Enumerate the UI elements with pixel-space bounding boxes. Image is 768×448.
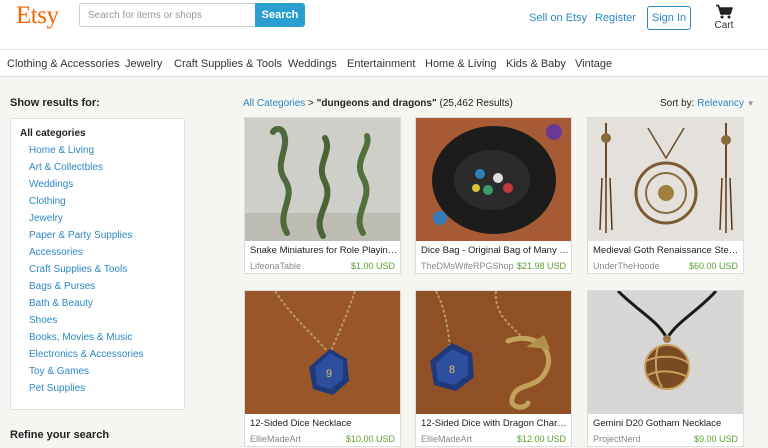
sort-dropdown[interactable]: Relevancy [697, 98, 744, 109]
listing-price: $10.00 USD [345, 434, 395, 444]
filter-shoes[interactable]: Shoes [29, 315, 57, 326]
search-button[interactable]: Search [255, 3, 305, 27]
filter-books-movies-music[interactable]: Books, Movies & Music [29, 332, 132, 343]
listing-title[interactable]: Snake Miniatures for Role Playing Games [250, 245, 400, 256]
filter-jewelry[interactable]: Jewelry [29, 213, 63, 224]
listing-card[interactable]: 8 12-Sided Dice with Dragon Charm Neckla… [415, 290, 572, 447]
listing-image[interactable]: 8 [416, 291, 571, 414]
breadcrumb-separator: > [308, 98, 314, 109]
sign-in-button[interactable]: Sign In [647, 6, 691, 30]
filter-all-categories[interactable]: All categories [20, 128, 86, 139]
dice-dragon-necklace-icon: 8 [416, 291, 571, 414]
nav-weddings[interactable]: Weddings [288, 58, 337, 70]
show-results-heading: Show results for: [10, 97, 100, 109]
listing-image[interactable] [416, 118, 571, 241]
listing-image[interactable] [245, 118, 400, 241]
listing-title[interactable]: 12-Sided Dice with Dragon Charm Necklace [421, 418, 571, 429]
sort-control[interactable]: Sort by: Relevancy ▼ [660, 98, 755, 109]
listing-card[interactable]: Gemini D20 Gotham Necklace ProjectNerd $… [587, 290, 744, 447]
cart-button[interactable]: Cart [712, 4, 736, 31]
nav-home-living[interactable]: Home & Living [425, 58, 497, 70]
listing-title[interactable]: Medieval Goth Renaissance Steampunk Earr… [593, 245, 743, 256]
cart-icon [716, 4, 733, 19]
listing-price: $21.98 USD [516, 261, 566, 271]
listing-price: $1.00 USD [350, 261, 395, 271]
listing-image[interactable] [588, 118, 743, 241]
filter-bath-beauty[interactable]: Bath & Beauty [29, 298, 93, 309]
listing-card[interactable]: Snake Miniatures for Role Playing Games … [244, 117, 401, 274]
breadcrumb: All Categories > "dungeons and dragons" … [243, 98, 513, 109]
filter-accessories[interactable]: Accessories [29, 247, 83, 258]
filter-craft-supplies[interactable]: Craft Supplies & Tools [29, 264, 127, 275]
filter-pet-supplies[interactable]: Pet Supplies [29, 383, 85, 394]
search-input[interactable] [79, 3, 255, 27]
cart-label: Cart [714, 20, 734, 31]
blue-dice-necklace-icon: 9 [245, 291, 400, 414]
filter-bags-purses[interactable]: Bags & Purses [29, 281, 95, 292]
listing-shop[interactable]: EllieMadeArt [250, 434, 301, 444]
listing-shop[interactable]: UnderTheHoode [593, 261, 660, 271]
listing-image[interactable] [588, 291, 743, 414]
filter-weddings[interactable]: Weddings [29, 179, 73, 190]
results-count: (25,462 Results) [439, 98, 513, 109]
nav-clothing-accessories[interactable]: Clothing & Accessories [7, 58, 120, 70]
filter-paper-party[interactable]: Paper & Party Supplies [29, 230, 132, 241]
filter-electronics[interactable]: Electronics & Accessories [29, 349, 144, 360]
svg-text:9: 9 [326, 368, 332, 380]
site-header: Etsy Search Sell on Etsy Register Sign I… [0, 0, 768, 49]
chevron-down-icon: ▼ [746, 99, 755, 108]
green-snake-miniatures-icon [245, 118, 400, 241]
nav-vintage[interactable]: Vintage [575, 58, 612, 70]
caged-d20-pendant-icon [588, 291, 743, 414]
search-query: "dungeons and dragons" [316, 98, 437, 109]
sell-on-etsy-link[interactable]: Sell on Etsy [529, 12, 587, 24]
listing-shop[interactable]: TheDMsWifeRPGShop [421, 261, 514, 271]
listing-price: $12.00 USD [516, 434, 566, 444]
etsy-logo[interactable]: Etsy [16, 2, 59, 30]
listing-price: $60.00 USD [688, 261, 738, 271]
listing-card[interactable]: Dice Bag - Original Bag of Many Dice The… [415, 117, 572, 274]
listing-card[interactable]: Medieval Goth Renaissance Steampunk Earr… [587, 117, 744, 274]
filter-toy-games[interactable]: Toy & Games [29, 366, 89, 377]
nav-jewelry[interactable]: Jewelry [125, 58, 162, 70]
category-filter-panel: All categories Home & Living Art & Colle… [10, 118, 185, 410]
listing-title[interactable]: Gemini D20 Gotham Necklace [593, 418, 743, 429]
filter-art-collectibles[interactable]: Art & Collectbles [29, 162, 103, 173]
steampunk-earrings-icon [588, 118, 743, 241]
listing-title[interactable]: Dice Bag - Original Bag of Many Dice [421, 245, 571, 256]
listing-shop[interactable]: LifeonaTable [250, 261, 301, 271]
sort-label: Sort by: [660, 98, 695, 109]
category-nav: Clothing & Accessories Jewelry Craft Sup… [0, 49, 768, 77]
breadcrumb-all-categories[interactable]: All Categories [243, 98, 305, 109]
listing-image[interactable]: 9 [245, 291, 400, 414]
listing-shop[interactable]: EllieMadeArt [421, 434, 472, 444]
register-link[interactable]: Register [595, 12, 636, 24]
filter-clothing[interactable]: Clothing [29, 196, 66, 207]
listing-shop[interactable]: ProjectNerd [593, 434, 641, 444]
listing-card[interactable]: 9 12-Sided Dice Necklace EllieMadeArt $1… [244, 290, 401, 447]
svg-text:8: 8 [449, 364, 455, 376]
filter-home-living[interactable]: Home & Living [29, 145, 94, 156]
listing-price: $9.00 USD [693, 434, 738, 444]
nav-kids-baby[interactable]: Kids & Baby [506, 58, 566, 70]
nav-craft-supplies[interactable]: Craft Supplies & Tools [174, 58, 282, 70]
refine-search-heading: Refine your search [10, 429, 110, 441]
nav-entertainment[interactable]: Entertainment [347, 58, 415, 70]
black-dice-bag-icon [416, 118, 571, 241]
listing-title[interactable]: 12-Sided Dice Necklace [250, 418, 400, 429]
